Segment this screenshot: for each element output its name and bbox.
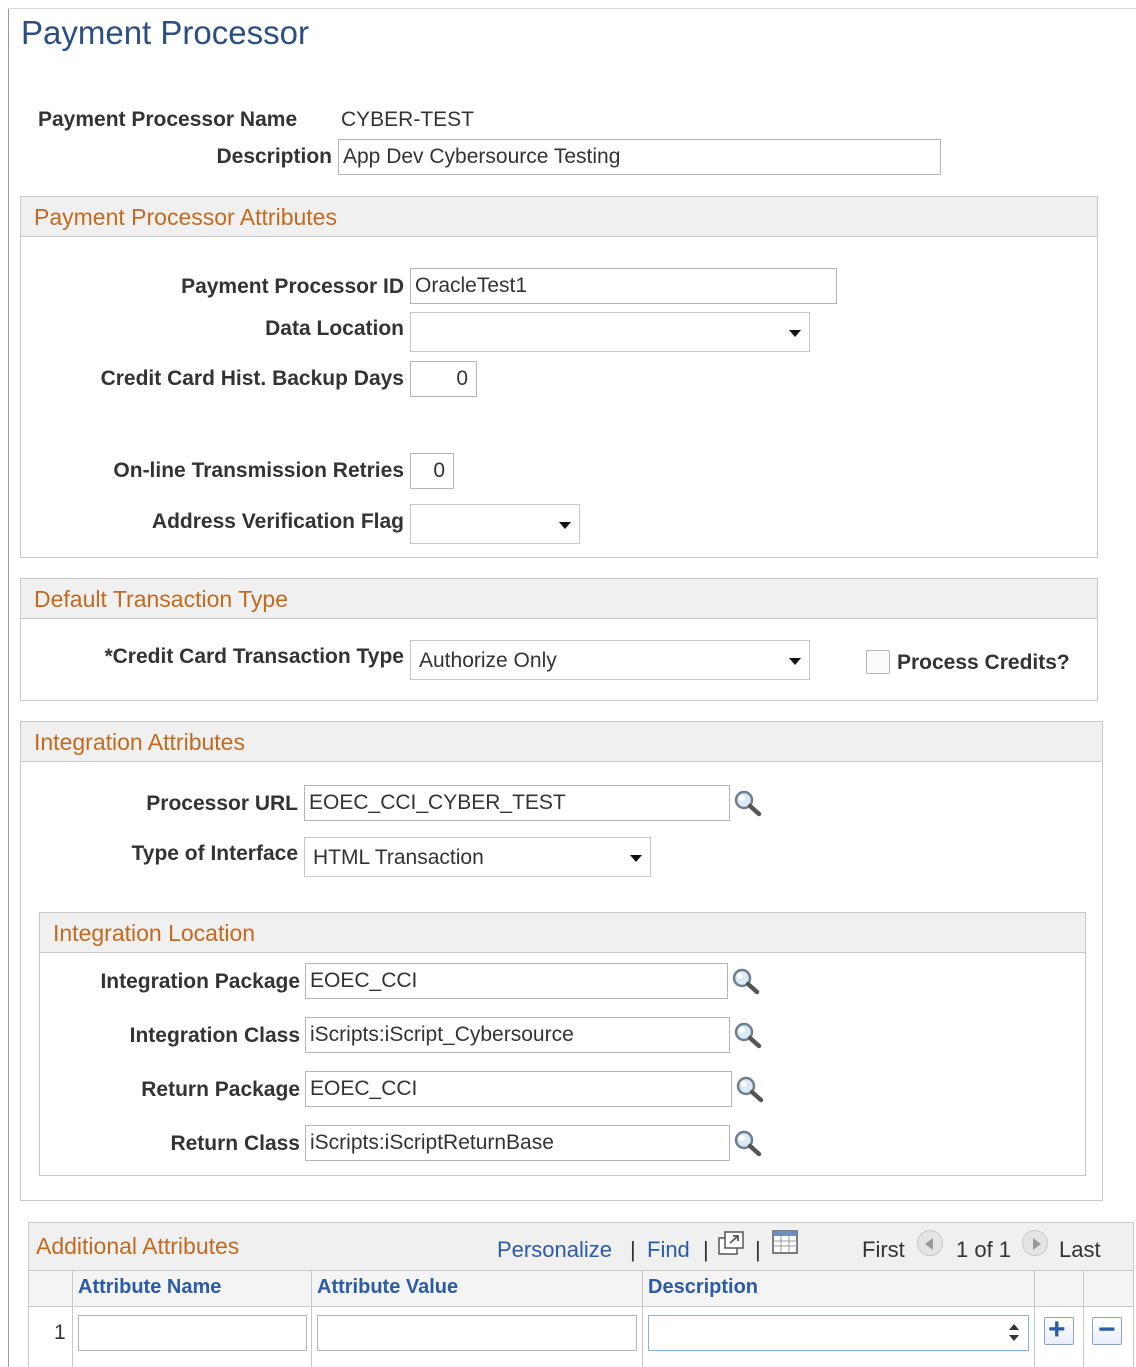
processor-url-label: Processor URL	[146, 792, 298, 815]
grid-divider	[642, 1271, 643, 1367]
first-label: First	[862, 1237, 905, 1262]
transaction-type-value: Authorize Only	[419, 649, 557, 672]
integration-location-header: Integration Location	[40, 913, 1085, 953]
processor-id-input[interactable]	[410, 268, 837, 304]
integration-location-title: Integration Location	[53, 920, 256, 946]
backup-days-input[interactable]	[410, 361, 477, 397]
row-range: 1 of 1	[956, 1237, 1012, 1262]
column-attribute-name: Attribute Name	[78, 1276, 222, 1298]
process-credits-checkbox[interactable]	[866, 650, 890, 674]
chevron-down-icon	[630, 855, 642, 862]
next-row-icon[interactable]	[1022, 1230, 1048, 1256]
processor-name-value: CYBER-TEST	[341, 108, 475, 131]
additional-attributes-title: Additional Attributes	[36, 1233, 240, 1259]
grid-divider	[29, 1306, 1133, 1307]
return-class-input[interactable]	[305, 1125, 730, 1161]
personalize-link[interactable]: Personalize	[497, 1237, 612, 1263]
lookup-icon[interactable]	[735, 1075, 765, 1103]
page-frame-top	[8, 8, 1136, 9]
grid-divider	[311, 1271, 312, 1367]
return-package-label: Return Package	[141, 1078, 300, 1101]
column-attribute-value: Attribute Value	[317, 1276, 459, 1298]
lookup-icon[interactable]	[733, 1129, 763, 1157]
spinner-icon[interactable]	[1004, 1320, 1024, 1346]
add-row-button[interactable]: +	[1044, 1313, 1074, 1346]
backup-days-label: Credit Card Hist. Backup Days	[100, 367, 404, 390]
chevron-down-icon	[559, 522, 571, 529]
integration-package-label: Integration Package	[100, 970, 300, 993]
interface-type-select[interactable]: HTML Transaction	[304, 837, 651, 877]
minus-icon: −	[1098, 1313, 1116, 1346]
description-input[interactable]	[338, 139, 941, 175]
interface-type-value: HTML Transaction	[313, 846, 484, 869]
transaction-type-header: Default Transaction Type	[21, 579, 1097, 619]
processor-attributes-title: Payment Processor Attributes	[34, 204, 337, 230]
lookup-icon[interactable]	[733, 1021, 763, 1049]
column-description: Description	[648, 1276, 759, 1298]
plus-icon: +	[1048, 1313, 1066, 1346]
new-window-icon[interactable]	[717, 1230, 747, 1256]
separator: |	[703, 1237, 709, 1262]
separator: |	[755, 1237, 761, 1262]
find-link[interactable]: Find	[647, 1237, 690, 1263]
transaction-type-label: *Credit Card Transaction Type	[104, 645, 404, 668]
attribute-name-input[interactable]	[78, 1315, 307, 1351]
retries-input[interactable]	[410, 453, 454, 489]
processor-id-label: Payment Processor ID	[181, 275, 404, 298]
grid-divider	[72, 1271, 73, 1367]
integration-attributes-header: Integration Attributes	[21, 722, 1102, 762]
process-credits-label: Process Credits?	[897, 651, 1070, 674]
spreadsheet-icon[interactable]	[771, 1229, 799, 1255]
data-location-label: Data Location	[265, 317, 404, 340]
attribute-value-input[interactable]	[317, 1315, 637, 1351]
lookup-icon[interactable]	[733, 789, 763, 817]
address-verification-label: Address Verification Flag	[151, 510, 404, 533]
return-package-input[interactable]	[305, 1071, 732, 1107]
processor-url-input[interactable]	[304, 785, 730, 821]
processor-name-label: Payment Processor Name	[38, 108, 298, 131]
chevron-down-icon	[789, 330, 801, 337]
data-location-select[interactable]	[410, 312, 810, 352]
grid-divider	[1083, 1271, 1084, 1367]
processor-attributes-header: Payment Processor Attributes	[21, 197, 1097, 237]
integration-class-label: Integration Class	[129, 1024, 300, 1047]
integration-package-input[interactable]	[305, 963, 728, 999]
grid-divider	[1034, 1271, 1035, 1367]
transaction-type-select[interactable]: Authorize Only	[410, 640, 810, 680]
page-frame-left	[8, 8, 9, 1367]
chevron-down-icon	[789, 658, 801, 665]
row-number: 1	[54, 1321, 66, 1344]
transaction-type-title: Default Transaction Type	[34, 586, 288, 612]
integration-class-input[interactable]	[305, 1017, 730, 1053]
separator: |	[630, 1237, 636, 1262]
last-label: Last	[1059, 1237, 1101, 1262]
retries-label: On-line Transmission Retries	[113, 459, 404, 482]
lookup-icon[interactable]	[731, 967, 761, 995]
description-label: Description	[216, 145, 332, 168]
delete-row-button[interactable]: −	[1092, 1313, 1122, 1346]
integration-attributes-title: Integration Attributes	[34, 729, 245, 755]
page-title: Payment Processor	[21, 14, 309, 51]
address-verification-select[interactable]	[410, 504, 580, 544]
interface-type-label: Type of Interface	[131, 842, 298, 865]
return-class-label: Return Class	[170, 1132, 300, 1155]
previous-row-icon[interactable]	[917, 1230, 943, 1256]
description-textarea[interactable]	[648, 1315, 1029, 1351]
